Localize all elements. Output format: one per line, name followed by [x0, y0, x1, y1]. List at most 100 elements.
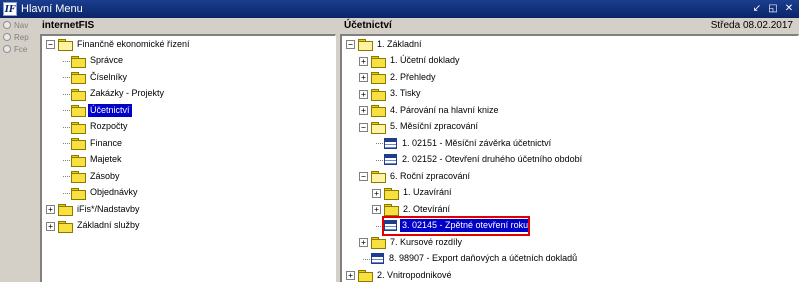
folder-icon — [371, 55, 386, 68]
current-date: Středa 08.02.2017 — [710, 20, 793, 31]
tree-item-label: 7. Kursové rozdíly — [390, 236, 463, 247]
minimize-button[interactable]: ↙ — [751, 2, 763, 15]
tree-item-2-vnitropodnikove[interactable]: 2. Vnitropodnikové — [358, 267, 454, 282]
open-folder-icon — [358, 39, 373, 51]
tree-item-label: Číselníky — [90, 71, 128, 82]
tree-item-2-02152-otevreni-druheho-ucetniho-obdobi[interactable]: 2. 02152 - Otevření druhého účetního obd… — [384, 152, 584, 168]
tree-item-1-uzavirani[interactable]: 1. Uzavírání — [384, 185, 454, 201]
expand-icon[interactable]: + — [346, 271, 355, 280]
restore-button[interactable]: ◱ — [767, 2, 779, 15]
view-mode-selector: Nav Rep Fce — [0, 18, 40, 282]
tree-item-objednavky[interactable]: Objednávky — [71, 185, 140, 201]
folder-icon — [58, 204, 73, 216]
tree-item-label: 2. Otevírání — [403, 203, 451, 214]
nav-radio[interactable]: Nav — [3, 20, 40, 30]
rep-radio-label: Rep — [14, 32, 29, 42]
tree-item-3-tisky[interactable]: 3. Tisky — [371, 86, 423, 102]
tree-item-majetek[interactable]: Majetek — [71, 152, 124, 168]
tree-item-label: 4. Párování na hlavní knize — [390, 104, 499, 115]
tree-item-ucetnictvi[interactable]: Účetnictví — [71, 102, 133, 118]
tree-item-label: 1. 02151 - Měsíční závěrka účetnictví — [402, 137, 552, 148]
tree-item-label: Zakázky - Projekty — [90, 88, 165, 98]
folder-icon — [58, 220, 73, 233]
fce-radio-label: Fce — [14, 44, 28, 54]
folder-icon — [384, 204, 399, 216]
folder-icon — [371, 105, 386, 117]
tree-item-label: Majetek — [90, 154, 122, 164]
folder-icon — [71, 55, 86, 68]
folder-icon — [371, 72, 386, 84]
tree-item-6-rocni-zpracovani[interactable]: 6. Roční zpracování — [371, 168, 472, 184]
tree-item-rozpocty[interactable]: Rozpočty — [71, 119, 130, 135]
fce-radio[interactable]: Fce — [3, 44, 40, 54]
tree-item-4-parovani-na-hlavni-knize[interactable]: 4. Párování na hlavní knize — [371, 102, 501, 118]
tree-item-1-02151-mesicni-zaverka-ucetnictvi[interactable]: 1. 02151 - Měsíční závěrka účetnictví — [384, 135, 553, 151]
folder-icon — [71, 88, 86, 101]
tree-item-label: Správce — [90, 55, 124, 65]
tree-item-finance[interactable]: Finance — [71, 135, 124, 151]
tree-item-zakazky-projekty[interactable]: Zakázky - Projekty — [71, 86, 166, 102]
tree-item-label: 6. Roční zpracování — [390, 170, 471, 181]
expand-icon[interactable]: + — [359, 56, 368, 66]
folder-icon — [71, 121, 86, 134]
expand-icon[interactable]: + — [359, 73, 368, 82]
tree-item-spravce[interactable]: Správce — [71, 53, 125, 69]
collapse-icon[interactable]: − — [359, 122, 368, 132]
folder-icon — [71, 171, 86, 183]
right-pane-title: Účetnictví — [344, 20, 392, 31]
expand-icon[interactable]: + — [359, 89, 368, 99]
close-button[interactable]: ✕ — [783, 2, 795, 15]
tree-item-label: 8. 98907 - Export daňových a účetních do… — [389, 253, 578, 263]
left-tree-pane[interactable]: − Finančně ekonomické řízení Správce Číseln… — [40, 34, 336, 282]
expand-icon[interactable]: + — [372, 205, 381, 214]
rep-radio[interactable]: Rep — [3, 32, 40, 42]
collapse-icon[interactable]: − — [346, 40, 355, 49]
radio-dot-icon — [3, 33, 11, 41]
folder-icon — [371, 88, 386, 101]
document-icon — [384, 137, 397, 149]
tree-item-label: Základní služby — [77, 220, 140, 230]
tree-item-2-otevirani[interactable]: 2. Otevírání — [384, 201, 452, 217]
tree-item-1-ucetni-doklady[interactable]: 1. Účetní doklady — [371, 53, 462, 69]
expand-icon[interactable]: + — [359, 238, 368, 247]
window-controls: ↙ ◱ ✕ — [751, 2, 795, 15]
folder-icon — [71, 72, 86, 84]
document-icon — [371, 253, 384, 264]
tree-item-label: 5. Měsíční zpracování — [390, 121, 479, 131]
tree-item-2-prehledy[interactable]: 2. Přehledy — [371, 69, 438, 85]
tree-item-zasoby[interactable]: Zásoby — [71, 168, 122, 184]
tree-item-label: 2. Přehledy — [390, 71, 436, 82]
tree-item-5-mesicni-zpracovani[interactable]: 5. Měsíční zpracování — [371, 119, 480, 135]
window-title: Hlavní Menu — [21, 3, 83, 15]
tree-item-label: Objednávky — [90, 187, 138, 197]
tree-item-label: 3. Tisky — [390, 88, 421, 98]
folder-icon — [71, 105, 86, 117]
tree-item-1-zakladni[interactable]: 1. Základní — [358, 36, 424, 52]
expand-icon[interactable]: + — [46, 205, 55, 214]
collapse-icon[interactable]: − — [359, 172, 368, 181]
expand-icon[interactable]: + — [359, 106, 368, 115]
open-folder-icon — [371, 171, 386, 183]
folder-icon — [71, 187, 86, 200]
tree-item-zakladni-sluzby[interactable]: Základní služby — [58, 218, 142, 234]
tree-item-ciselniky[interactable]: Číselníky — [71, 69, 129, 85]
right-tree-pane[interactable]: − 1. Základní +1. Účetní doklady +2. Přehle… — [340, 34, 799, 282]
tree-item-financne-ekonomicke-rizeni[interactable]: Finančně ekonomické řízení — [58, 36, 192, 52]
folder-icon — [358, 270, 373, 282]
tree-item-8-98907-export-danovych-a-ucetnich-dokladu[interactable]: 8. 98907 - Export daňových a účetních do… — [371, 251, 579, 267]
app-logo-icon: IF — [3, 2, 17, 16]
tree-item-label: Účetnictví — [87, 102, 133, 118]
collapse-icon[interactable]: − — [46, 40, 55, 49]
tree-item-label: 2. Vnitropodnikové — [377, 269, 452, 280]
folder-icon — [71, 138, 86, 150]
tree-item-label: 1. Uzavírání — [403, 187, 452, 197]
tree-item-label: 1. Základní — [377, 38, 422, 49]
tree-item-label: 1. Účetní doklady — [390, 55, 460, 65]
left-pane-title: internetFIS — [42, 20, 95, 31]
tree-item-label: iFis*/Nadstavby — [77, 203, 140, 214]
tree-item-7-kursove-rozdily[interactable]: 7. Kursové rozdíly — [371, 234, 464, 250]
tree-item-ifis-nadstavby[interactable]: iFis*/Nadstavby — [58, 201, 142, 217]
expand-icon[interactable]: + — [46, 221, 55, 231]
title-bar: IF Hlavní Menu ↙ ◱ ✕ — [0, 0, 799, 18]
expand-icon[interactable]: + — [372, 188, 381, 198]
